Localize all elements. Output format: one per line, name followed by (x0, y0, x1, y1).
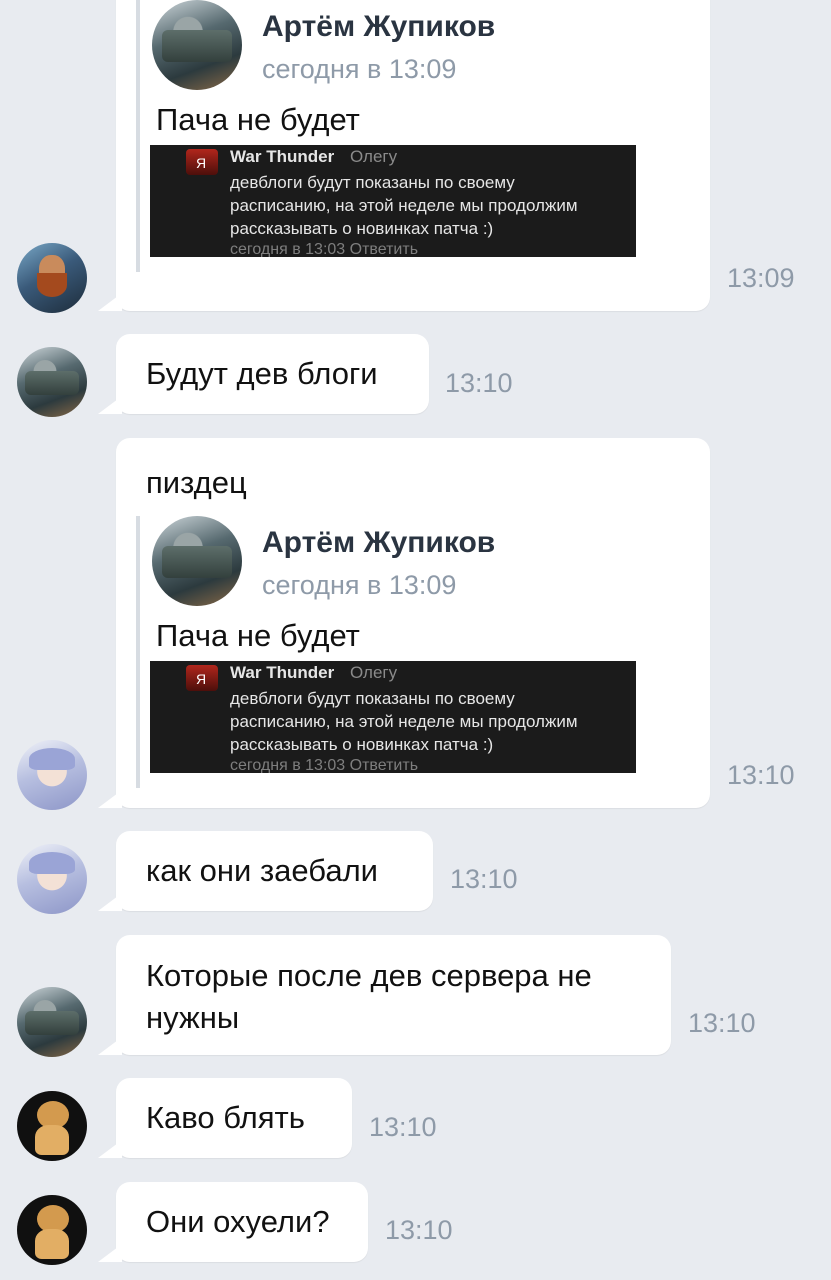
message-time: 13:10 (385, 1215, 453, 1245)
screenshot-recipient: Олегу (350, 663, 398, 682)
quoted-text: Пача не будет (156, 618, 360, 653)
quoted-author-name[interactable]: Артём Жупиков (262, 10, 495, 44)
message-text: пиздец (146, 465, 247, 500)
quoted-author-avatar[interactable] (152, 0, 242, 90)
message-bubble-5[interactable]: Которые после дев сервера не нужны (116, 935, 671, 1055)
message-time: 13:10 (727, 760, 795, 790)
message-time: 13:10 (445, 368, 513, 398)
quoted-message[interactable]: Артём Жупиков сегодня в 13:09 Пача не бу… (136, 516, 700, 788)
quoted-message[interactable]: Артём Жупиков сегодня в 13:09 Пача не бу… (136, 0, 700, 272)
message-time: 13:09 (727, 263, 795, 293)
sender-avatar[interactable] (17, 740, 87, 810)
attached-screenshot[interactable]: War Thunder Олегу девблоги будут показан… (150, 661, 636, 773)
screenshot-line: расписанию, на этой неделе мы продолжим (230, 196, 578, 215)
screenshot-line: девблоги будут показаны по своему (230, 173, 515, 192)
sender-avatar[interactable] (17, 1195, 87, 1265)
quoted-author-avatar[interactable] (152, 516, 242, 606)
sender-avatar[interactable] (17, 987, 87, 1057)
quoted-date: сегодня в 13:09 (262, 54, 457, 84)
war-thunder-logo-icon (186, 149, 218, 175)
message-bubble-6[interactable]: Каво блять (116, 1078, 352, 1158)
sender-avatar[interactable] (17, 844, 87, 914)
sender-avatar[interactable] (17, 1091, 87, 1161)
screenshot-author: War Thunder (230, 147, 335, 166)
sender-avatar[interactable] (17, 243, 87, 313)
quoted-date: сегодня в 13:09 (262, 570, 457, 600)
quoted-author-name[interactable]: Артём Жупиков (262, 526, 495, 560)
quoted-text: Пача не будет (156, 102, 360, 137)
message-time: 13:10 (450, 864, 518, 894)
message-bubble-3[interactable]: пиздец Артём Жупиков сегодня в 13:09 Пач… (116, 438, 710, 808)
war-thunder-logo-icon (186, 665, 218, 691)
message-bubble-4[interactable]: как они заебали (116, 831, 433, 911)
message-text-line: нужны (146, 1000, 240, 1035)
message-text: Каво блять (146, 1100, 305, 1135)
screenshot-line: расписанию, на этой неделе мы продолжим (230, 712, 578, 731)
message-bubble-7[interactable]: Они охуели? (116, 1182, 368, 1262)
message-time: 13:10 (369, 1112, 437, 1142)
sender-avatar[interactable] (17, 347, 87, 417)
screenshot-author: War Thunder (230, 663, 335, 682)
screenshot-line: рассказывать о новинках патча :) (230, 735, 494, 754)
screenshot-footer: сегодня в 13:03 Ответить (230, 757, 419, 773)
message-text-line: Которые после дев сервера не (146, 958, 592, 993)
screenshot-recipient: Олегу (350, 147, 398, 166)
screenshot-line: рассказывать о новинках патча :) (230, 219, 494, 238)
message-text: как они заебали (146, 853, 378, 888)
message-text: Они охуели? (146, 1204, 330, 1239)
screenshot-line: девблоги будут показаны по своему (230, 689, 515, 708)
message-time: 13:10 (688, 1008, 756, 1038)
screenshot-footer: сегодня в 13:03 Ответить (230, 241, 419, 257)
message-text: Будут дев блоги (146, 356, 378, 391)
attached-screenshot[interactable]: War Thunder Олегу девблоги будут показан… (150, 145, 636, 257)
message-bubble-1[interactable]: Артём Жупиков сегодня в 13:09 Пача не бу… (116, 0, 710, 311)
message-bubble-2[interactable]: Будут дев блоги (116, 334, 429, 414)
